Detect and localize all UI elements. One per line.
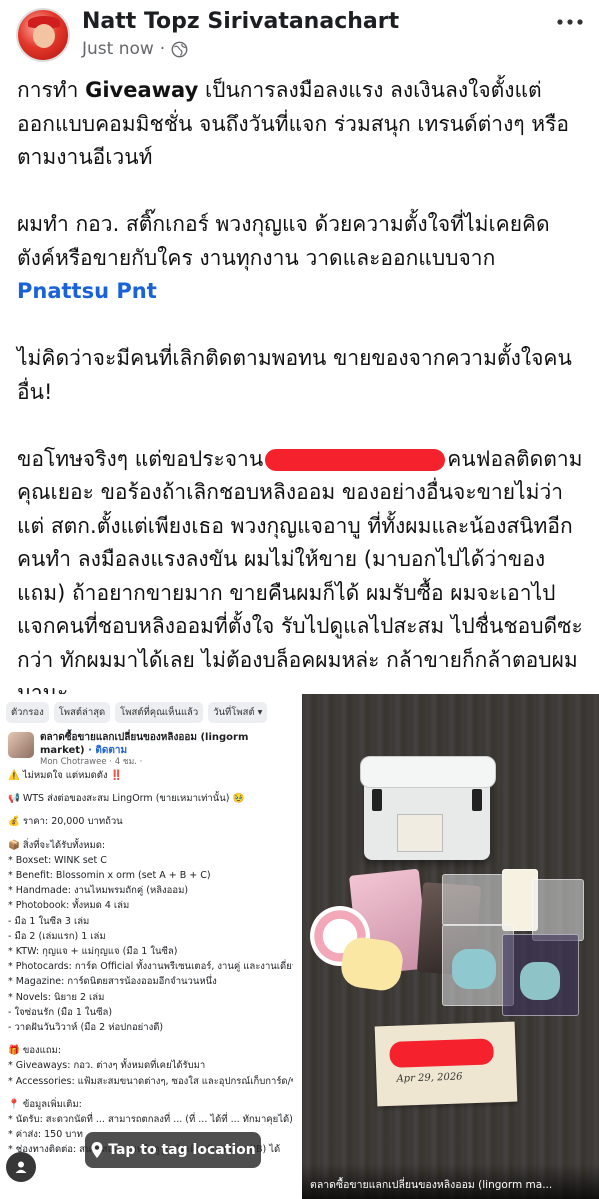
post-timestamp[interactable]: Just now — [82, 39, 154, 59]
cooler-lid — [360, 756, 496, 788]
ellipsis-icon[interactable] — [556, 14, 584, 30]
para2-text: ผมทำ กอว. สติ๊กเกอร์ พวงกุญแจ ด้วยความตั… — [17, 212, 550, 270]
chip-latest: โพสต์ล่าสุด — [53, 702, 111, 723]
globe-icon[interactable] — [171, 41, 188, 58]
listing-line: ⚠️ ไม่หมดใจ แต่หมดตัง ‼️ — [8, 770, 123, 781]
post-meta: Just now · — [82, 39, 188, 59]
listing-line: 💰 ราคา: 20,000 บาทถ้วน — [8, 816, 123, 828]
listing-line: * Benefit: Blossomin x orm (set A + B + … — [8, 870, 211, 882]
group-header: ตลาดซื้อขายแลกเปลี่ยนของหลิงออม (lingorm… — [8, 732, 293, 767]
listing-line: 📍 ข้อมูลเพิ่มเติม: — [8, 1098, 82, 1110]
listing-line: 📦 สิ่งที่จะได้รับทั้งหมด: — [8, 839, 106, 851]
listing-line — [8, 783, 293, 791]
listing-line: - ใจซ่อนรัก (มือ 1 ในซีล) — [8, 1006, 113, 1018]
group-avatar — [8, 732, 34, 758]
listing-line: * Photobook: ทั้งหมด 4 เล่ม — [8, 900, 130, 912]
keychain-bag-1 — [442, 874, 504, 926]
listing-line: - มือ 2 (เล่มแรก) 1 เล่ม — [8, 930, 106, 942]
redaction-mark — [265, 448, 446, 471]
photo-left[interactable]: ตัวกรอง โพสต์ล่าสุด โพสต์ที่คุณเห็นแล้ว … — [0, 694, 300, 1199]
cooler-sticker — [397, 814, 443, 852]
listing-line: * นัดรับ: สะดวกนัดที่ ... สามารถตกลงที่ … — [8, 1114, 293, 1126]
post-paragraph-4: ขอโทษจริงๆ แต่ขอประจาน คนฟอลติดตามคุณเยอะ… — [17, 443, 587, 711]
group-poster: Mon Chotrawee · 4 ชม. · — [40, 757, 143, 767]
para1-start: การทำ — [17, 78, 86, 102]
listing-line: * Magazine: การ์ดนิตยสารน้องออมอีกจำนวนห… — [8, 976, 217, 988]
post-paragraph-3: ไม่คิดว่าจะมีคนที่เลิกติดตามพอทน ขายของจ… — [17, 346, 572, 404]
acrylic-keychain-2 — [520, 962, 560, 1000]
listing-line: - มือ 1 ในซีล 3 เล่ม — [8, 915, 90, 927]
listing-line: * Handmade: งานไหมพรมถักคู่ (หลิงออม) — [8, 885, 189, 897]
author-name[interactable]: Natt Topz Sirivatanachart — [82, 9, 399, 34]
chip-seen: โพสต์ที่คุณเห็นแล้ว — [115, 702, 204, 723]
listing-line — [8, 830, 293, 838]
cooler-latch-left — [372, 789, 382, 811]
listing-line: * KTW: กุญแจ + แม่กุญแจ (มือ 1 ในซีล) — [8, 946, 178, 958]
para4-end: คนฟอลติดตามคุณเยอะ ขอร้องถ้าเลิกชอบหลิงอ… — [17, 446, 583, 706]
photo-right[interactable]: Apr 29, 2026 ตลาดซื้อขายแลกเปลี่ยนของหลิ… — [302, 694, 599, 1199]
chip-filter: ตัวกรอง — [6, 702, 49, 723]
avatar-face — [33, 24, 55, 48]
post-photos: ตัวกรอง โพสต์ล่าสุด โพสต์ที่คุณเห็นแล้ว … — [0, 694, 599, 1199]
group-name-text: ตลาดซื้อขายแลกเปลี่ยนของหลิงออม (lingorm… — [40, 732, 249, 756]
photo-caption: ตลาดซื้อขายแลกเปลี่ยนของหลิงออม (lingorm… — [310, 1179, 553, 1191]
listing-line — [8, 1089, 293, 1097]
keychain-bag-3 — [532, 879, 584, 941]
giveaway-word: Giveaway — [85, 78, 199, 102]
listing-line: 📢 WTS ส่งต่อของสะสม LingOrm (ขายเหมาเท่า… — [8, 793, 245, 805]
author-avatar[interactable] — [16, 8, 70, 62]
person-icon[interactable] — [6, 1152, 36, 1182]
acrylic-keychain-1 — [452, 949, 496, 989]
listing-text: ⚠️ ไม่หมดใจ แต่หมดตัง ‼️ 📢 WTS ส่งต่อของส… — [8, 768, 293, 1158]
listing-line: * Accessories: แฟ้มสะสมขนาดต่างๆ, ซองใส … — [8, 1075, 293, 1087]
tag-location-button[interactable]: Tap to tag location — [85, 1132, 261, 1168]
mention-link[interactable]: Pnattsu Pnt — [17, 279, 157, 303]
para4-start: ขอโทษจริงๆ แต่ขอประจาน — [17, 446, 264, 471]
listing-line: * Novels: นิยาย 2 เล่ม — [8, 991, 105, 1003]
envelope-note: Apr 29, 2026 — [374, 1021, 518, 1107]
listing-line: - วาดฝันวันวิวาห์ (มือ 2 ห่อปกอย่างดี) — [8, 1022, 164, 1034]
filter-chips: ตัวกรอง โพสต์ล่าสุด โพสต์ที่คุณเห็นแล้ว … — [6, 702, 268, 723]
listing-line: 🎁 ของแถม: — [8, 1045, 62, 1057]
post-body: การทำ Giveaway เป็นการลงมือลงแรง ลงเงินล… — [17, 74, 587, 711]
meta-separator: · — [159, 39, 166, 59]
listing-line — [8, 1035, 293, 1043]
envelope-redaction — [389, 1038, 495, 1068]
post-paragraph-2: ผมทำ กอว. สติ๊กเกอร์ พวงกุญแจ ด้วยความตั… — [17, 208, 587, 309]
post-paragraph-1: การทำ Giveaway เป็นการลงมือลงแรง ลงเงินล… — [17, 74, 587, 175]
listing-line — [8, 806, 293, 814]
listing-line: * Giveaways: กอว. ต่างๆ ทั้งหมดที่เคยได้… — [8, 1060, 206, 1072]
location-icon — [91, 1142, 103, 1158]
envelope-date: Apr 29, 2026 — [396, 1071, 463, 1085]
listing-line: * Photocards: การ์ด Official ทั้งงานพรีเ… — [8, 961, 293, 973]
cooler-latch-right — [472, 789, 482, 811]
listing-line: * Boxset: WINK set C — [8, 854, 107, 866]
tag-location-label: Tap to tag location — [108, 1142, 256, 1158]
post-header: Natt Topz Sirivatanachart Just now · — [0, 0, 599, 68]
chip-date: วันที่โพสต์ ▾ — [208, 702, 268, 723]
